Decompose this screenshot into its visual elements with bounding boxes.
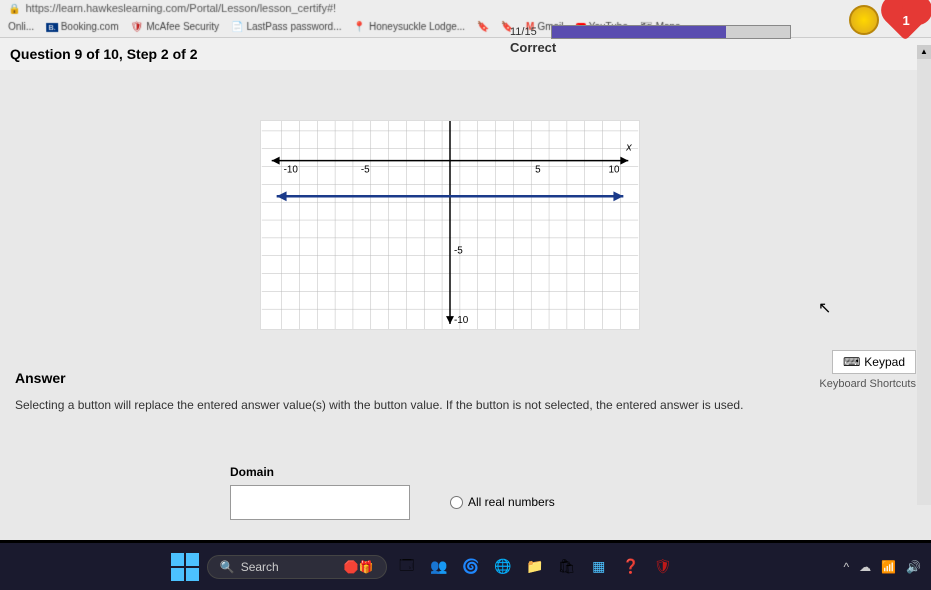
bookmark-mcafee[interactable]: 🛡McAfee Security [131, 22, 220, 33]
taskbar-app-1[interactable]: 🗔 [395, 555, 419, 579]
tray-wifi-icon[interactable]: 📶 [881, 560, 896, 574]
bookmark-booking[interactable]: B.Booking.com [46, 22, 119, 33]
taskbar-search[interactable]: 🔍 Search 🛑🎁 [207, 555, 387, 579]
svg-text:5: 5 [535, 165, 541, 176]
score-area: 11/15 Correct [510, 22, 910, 55]
answer-section: Answer Selecting a button will replace t… [0, 360, 931, 442]
progress-bar [551, 25, 791, 39]
svg-text:-10: -10 [284, 165, 299, 176]
svg-text:10: 10 [608, 165, 620, 176]
taskbar-help[interactable]: ❓ [619, 555, 643, 579]
score-fraction: 11/15 [510, 26, 537, 38]
taskbar-edge[interactable]: 🌐 [491, 555, 515, 579]
taskbar-store[interactable]: 🛍 [555, 555, 579, 579]
url-text: https://learn.hawkeslearning.com/Portal/… [26, 3, 337, 15]
answer-hint: Selecting a button will replace the ente… [15, 398, 916, 412]
scrollbar[interactable]: ▲ [917, 45, 931, 505]
taskbar-app-2[interactable]: ▦ [587, 555, 611, 579]
start-button[interactable] [171, 553, 199, 581]
svg-text:-5: -5 [361, 165, 370, 176]
domain-area: Domain [230, 465, 410, 520]
lock-icon: 🔒 [8, 3, 21, 14]
all-real-radio[interactable] [450, 496, 463, 509]
domain-input[interactable] [230, 485, 410, 520]
answer-label: Answer [15, 370, 916, 386]
progress-fill [552, 26, 726, 38]
bookmark-misc1[interactable]: 🔖 [477, 22, 489, 33]
svg-text:-10: -10 [454, 315, 469, 326]
scroll-up-button[interactable]: ▲ [917, 45, 931, 59]
tray-chevron-icon[interactable]: ^ [843, 560, 849, 574]
bookmark-lastpass[interactable]: 📄LastPass password... [231, 22, 342, 33]
search-badge-icon: 🛑🎁 [344, 560, 374, 574]
score-label: Correct [510, 40, 910, 55]
bookmark-onli[interactable]: Onli... [8, 22, 34, 33]
taskbar-copilot[interactable]: 🌀 [459, 555, 483, 579]
bookmark-honeysuckle[interactable]: 📍Honeysuckle Lodge... [354, 22, 466, 33]
svg-text:-5: -5 [454, 246, 463, 257]
coordinate-graph: x -10 -5 5 10 -5 -10 [260, 120, 640, 330]
all-real-option[interactable]: All real numbers [450, 495, 555, 509]
url-bar[interactable]: 🔒 https://learn.hawkeslearning.com/Porta… [0, 0, 931, 18]
tray-cloud-icon[interactable]: ☁ [859, 560, 871, 574]
tray-volume-icon[interactable]: 🔊 [906, 560, 921, 574]
cursor-icon: ↖ [818, 298, 831, 318]
taskbar-teams[interactable]: 👥 [427, 555, 451, 579]
svg-text:x: x [625, 142, 632, 154]
taskbar-explorer[interactable]: 📁 [523, 555, 547, 579]
taskbar: 🔍 Search 🛑🎁 🗔 👥 🌀 🌐 📁 🛍 ▦ ❓ 🛡 ^ ☁ 📶 🔊 [0, 540, 931, 590]
domain-label: Domain [230, 465, 410, 479]
search-icon: 🔍 [220, 560, 235, 574]
graph-svg: x -10 -5 5 10 -5 -10 [261, 121, 639, 329]
system-tray[interactable]: ^ ☁ 📶 🔊 [843, 560, 921, 574]
taskbar-shield[interactable]: 🛡 [651, 555, 675, 579]
